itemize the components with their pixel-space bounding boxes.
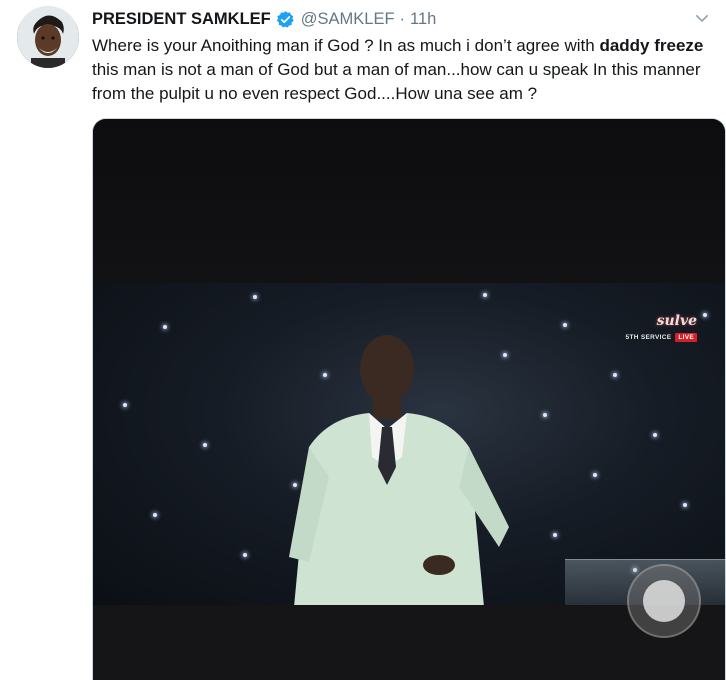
stage-light xyxy=(593,473,597,477)
display-name[interactable]: PRESIDENT SAMKLEF xyxy=(92,10,271,29)
user-handle[interactable]: @SAMKLEF xyxy=(301,10,395,29)
stage-light xyxy=(613,373,617,377)
stage-light xyxy=(203,443,207,447)
tweet-text-part1: Where is your Anoithing man if God ? In … xyxy=(92,36,600,55)
stage-light xyxy=(653,433,657,437)
separator-dot: · xyxy=(399,9,406,28)
play-control-knob[interactable] xyxy=(643,580,685,622)
avatar[interactable] xyxy=(17,6,79,68)
stage-light xyxy=(163,325,167,329)
play-control-icon[interactable] xyxy=(627,564,701,638)
broadcast-logo: sulve 5TH SERVICE LIVE xyxy=(626,313,697,342)
stage-light xyxy=(253,295,257,299)
stage-light xyxy=(153,513,157,517)
video-player[interactable]: sulve 5TH SERVICE LIVE xyxy=(92,118,726,680)
stage-light xyxy=(123,403,127,407)
tweet-text-part2: this man is not a man of God but a man o… xyxy=(92,60,701,103)
stage-light xyxy=(543,413,547,417)
timestamp[interactable]: 11h xyxy=(410,10,436,29)
stage-light xyxy=(683,503,687,507)
service-label: 5TH SERVICE xyxy=(625,334,672,341)
stage-light xyxy=(563,323,567,327)
tweet-card[interactable]: PRESIDENT SAMKLEF @SAMKLEF · 11h Where i… xyxy=(0,0,726,680)
chevron-down-icon[interactable] xyxy=(693,9,711,27)
tweet-header: PRESIDENT SAMKLEF @SAMKLEF · 11h xyxy=(92,8,436,30)
video-letterbox-top xyxy=(93,119,725,283)
tweet-text: Where is your Anoithing man if God ? In … xyxy=(92,34,720,106)
avatar-image xyxy=(17,6,79,68)
live-badge: LIVE xyxy=(675,333,697,342)
service-label-row: 5TH SERVICE LIVE xyxy=(626,333,697,342)
speaker-figure xyxy=(289,335,509,605)
stage-light xyxy=(483,293,487,297)
stage-light xyxy=(243,553,247,557)
video-frame: sulve 5TH SERVICE LIVE xyxy=(93,283,725,605)
broadcast-logo-mark: sulve xyxy=(656,313,697,329)
tweet-text-bold: daddy freeze xyxy=(599,36,704,55)
stage-light xyxy=(703,313,707,317)
stage-light xyxy=(553,533,557,537)
verified-badge-icon xyxy=(276,10,295,29)
